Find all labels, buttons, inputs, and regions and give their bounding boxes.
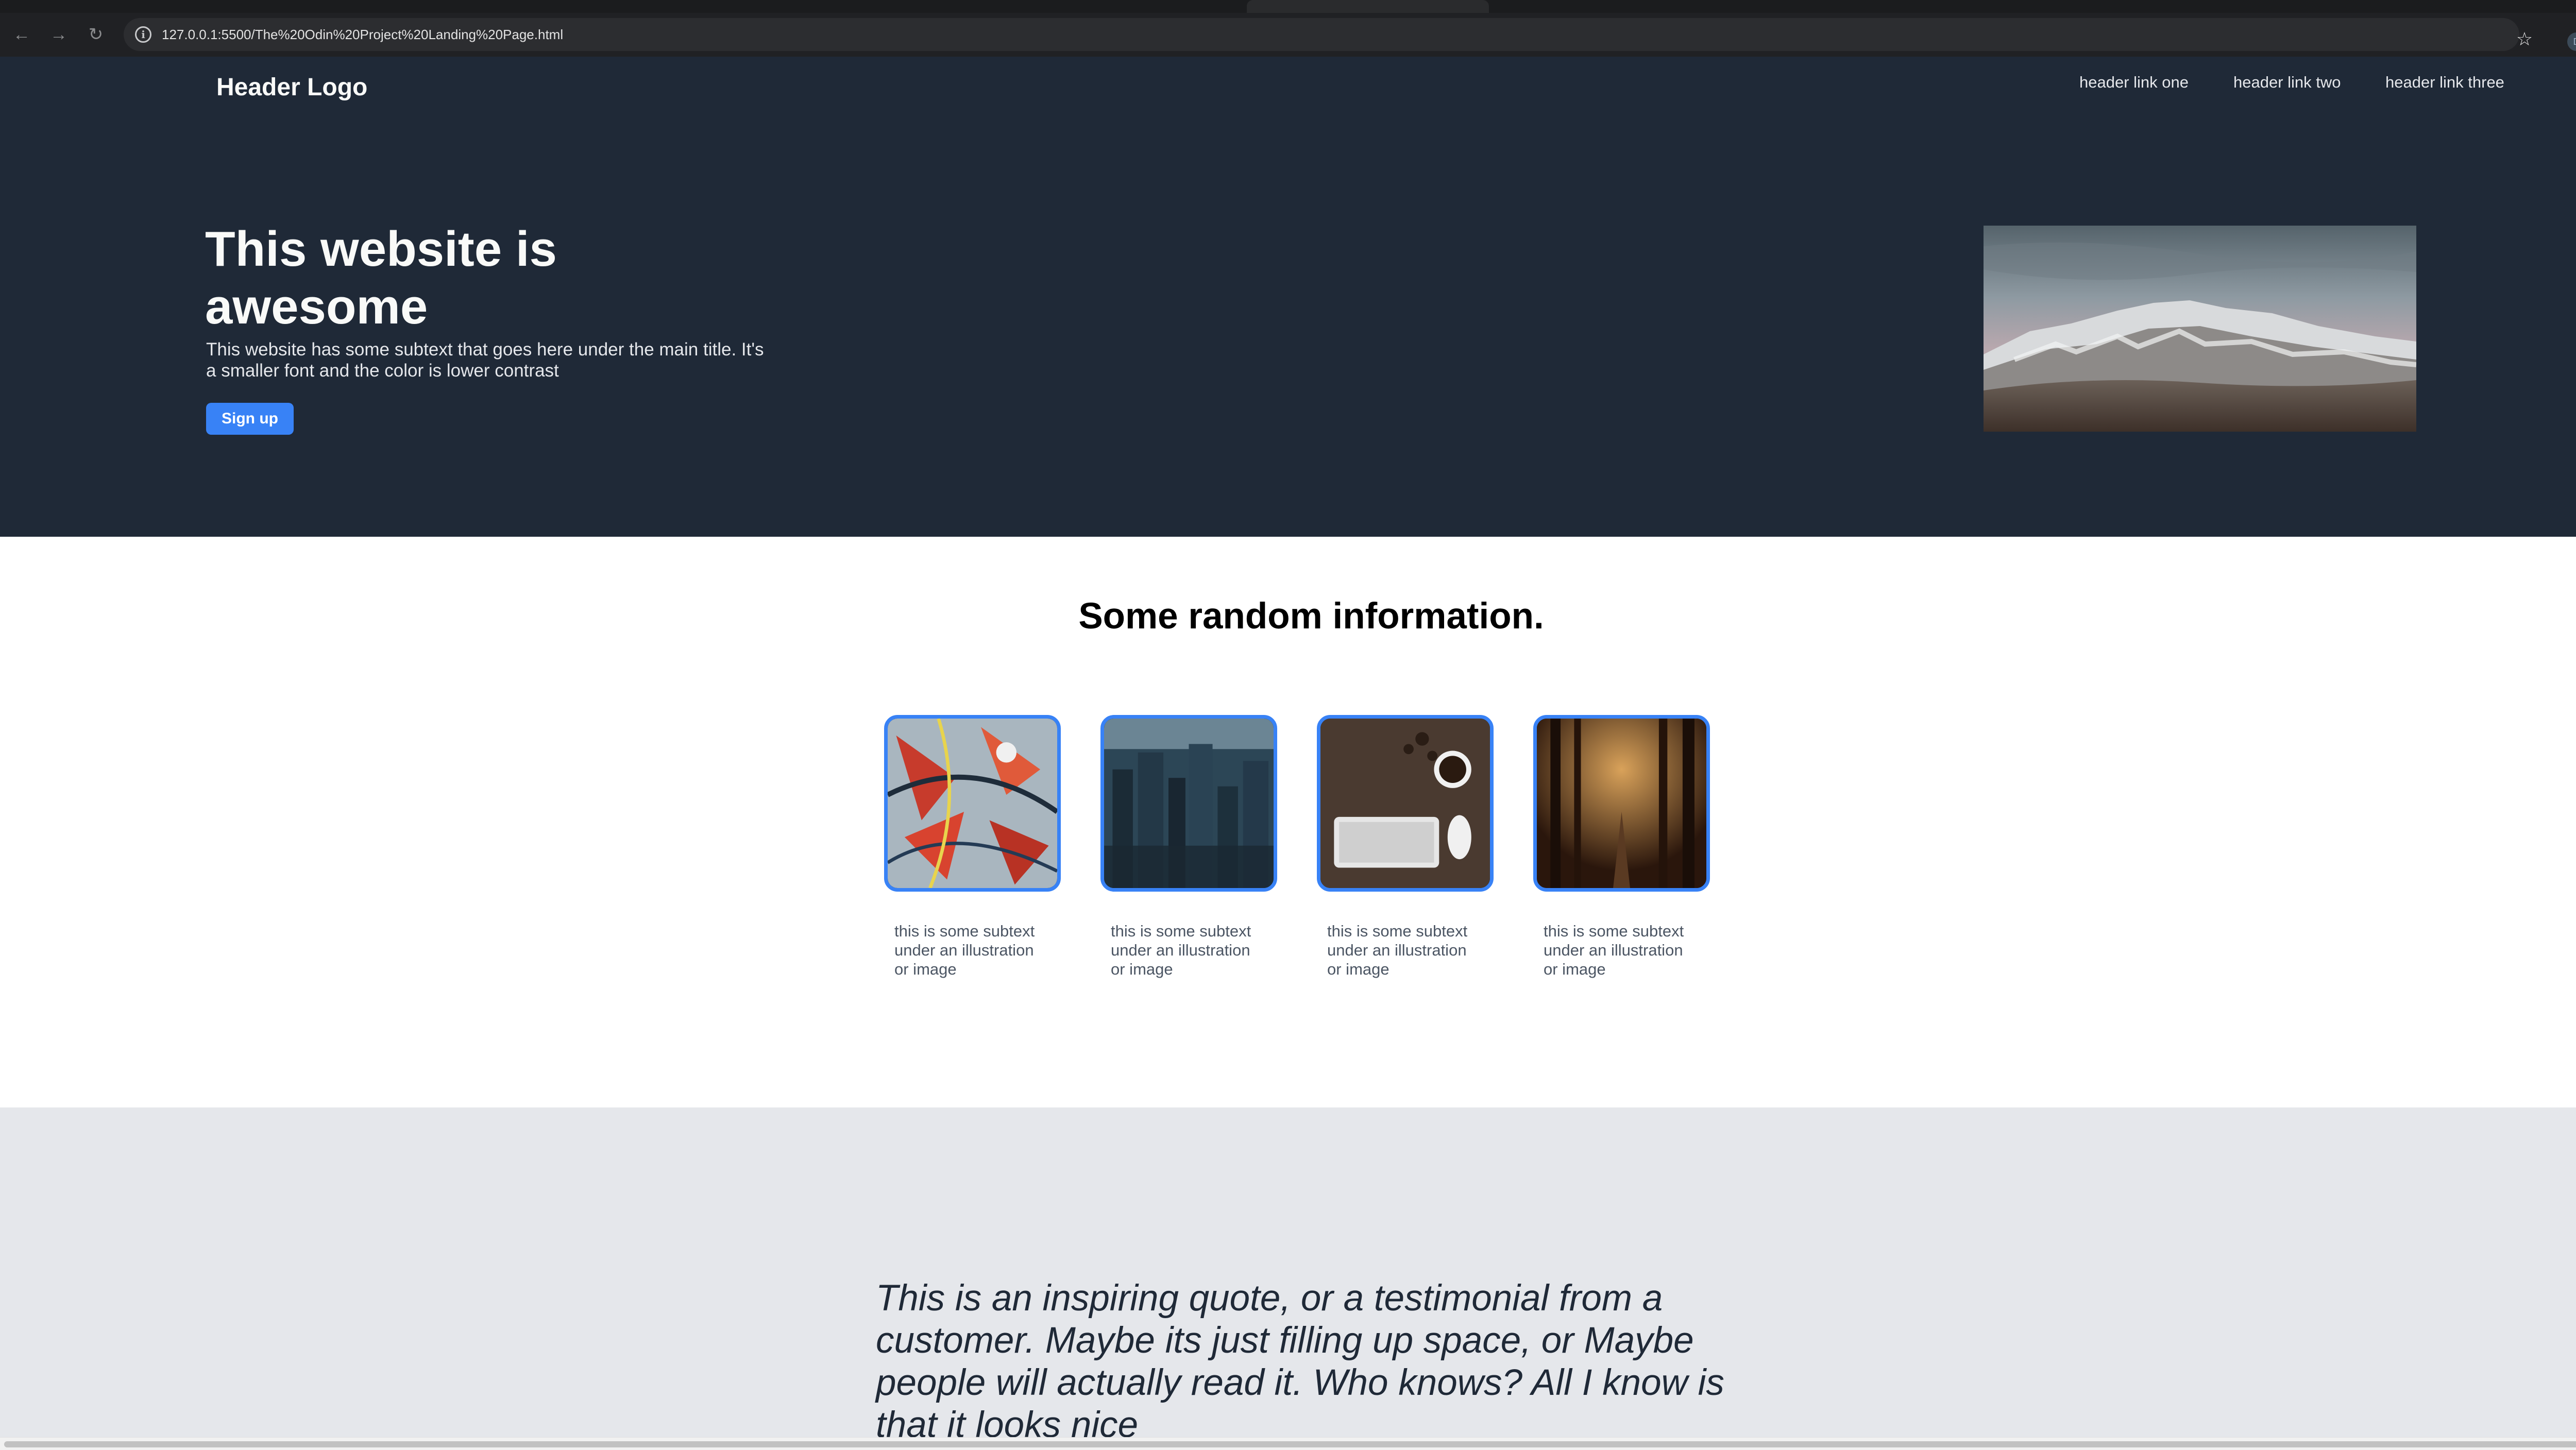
header-link-three[interactable]: header link three	[2385, 73, 2504, 92]
info-card: this is some subtext under an illustrati…	[1533, 715, 1711, 979]
card-subtext: this is some subtext under an illustrati…	[1111, 922, 1251, 978]
reload-icon[interactable]: ↻	[86, 24, 106, 45]
info-card: this is some subtext under an illustrati…	[884, 715, 1062, 979]
tab-strip	[0, 0, 2576, 13]
header-logo[interactable]: Header Logo	[216, 73, 367, 101]
city-skyline-image	[1100, 715, 1277, 892]
hero-section: Header Logo header link one header link …	[0, 57, 2576, 537]
url-text[interactable]: 127.0.0.1:5500/The%20Odin%20Project%20La…	[162, 18, 563, 51]
horizontal-scrollbar-thumb[interactable]	[4, 1441, 2576, 1447]
arrow-left-icon[interactable]: ←	[11, 24, 32, 45]
avatar[interactable]: D	[2567, 32, 2576, 51]
browser-toolbar: ← → ↻ i 127.0.0.1:5500/The%20Odin%20Proj…	[0, 13, 2576, 57]
hero-title: This website is awesome	[205, 221, 557, 334]
info-icon[interactable]: i	[135, 26, 151, 43]
quote-section: This is an inspiring quote, or a testimo…	[0, 1107, 2576, 1437]
hero-subtitle: This website has some subtext that goes …	[206, 339, 764, 381]
horizontal-scrollbar[interactable]	[0, 1437, 2576, 1450]
star-icon[interactable]: ☆	[2514, 29, 2535, 49]
mountain-landscape-image	[1984, 226, 2416, 432]
page-viewport: Header Logo header link one header link …	[0, 57, 2576, 1437]
info-section-title: Some random information.	[1078, 596, 1544, 637]
signup-button[interactable]: Sign up	[206, 403, 294, 435]
keyboard-coffee-image	[1317, 715, 1494, 892]
info-card: this is some subtext under an illustrati…	[1317, 715, 1495, 979]
abstract-painting-image	[884, 715, 1061, 892]
address-bar[interactable]: i 127.0.0.1:5500/The%20Odin%20Project%20…	[124, 18, 2519, 51]
header-link-one[interactable]: header link one	[2079, 73, 2189, 92]
testimonial-quote: This is an inspiring quote, or a testimo…	[876, 1278, 1724, 1437]
arrow-right-icon[interactable]: →	[48, 24, 69, 45]
card-subtext: this is some subtext under an illustrati…	[1544, 922, 1684, 978]
header-link-two[interactable]: header link two	[2233, 73, 2341, 92]
card-subtext: this is some subtext under an illustrati…	[894, 922, 1035, 978]
card-subtext: this is some subtext under an illustrati…	[1327, 922, 1468, 978]
info-card: this is some subtext under an illustrati…	[1100, 715, 1278, 979]
forest-path-image	[1533, 715, 1710, 892]
active-tab[interactable]	[1247, 0, 1489, 13]
